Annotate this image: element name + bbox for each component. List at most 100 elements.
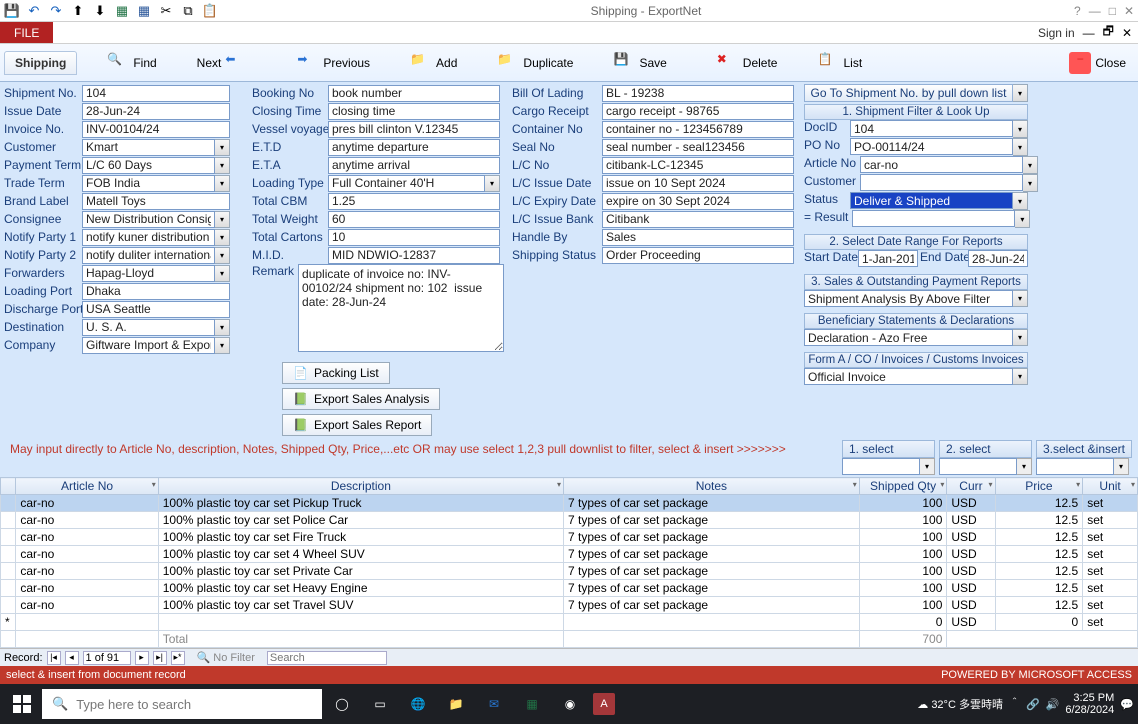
- beneficiary-dropdown[interactable]: ▾: [1013, 329, 1028, 346]
- lc-no-field[interactable]: [602, 157, 794, 174]
- tray-chevron-icon[interactable]: ＾: [1009, 696, 1020, 712]
- forma-dropdown[interactable]: ▾: [1013, 368, 1028, 385]
- table-row[interactable]: * 0 USD 0 set: [1, 614, 1138, 631]
- cell-article[interactable]: car-no: [16, 563, 158, 580]
- notify1-dropdown[interactable]: ▾: [215, 229, 230, 246]
- row-selector[interactable]: [1, 495, 16, 512]
- row-selector[interactable]: [1, 580, 16, 597]
- network-icon[interactable]: 🔗: [1026, 698, 1040, 711]
- seal-no-field[interactable]: [602, 139, 794, 156]
- articleno-dropdown[interactable]: ▾: [1023, 156, 1038, 174]
- closing-time-field[interactable]: [328, 103, 500, 120]
- save-icon[interactable]: 💾: [4, 3, 20, 19]
- consignee-field[interactable]: [82, 211, 215, 228]
- delete-button[interactable]: ✖Delete: [709, 49, 786, 77]
- side-customer-dropdown[interactable]: ▾: [1023, 174, 1038, 192]
- minimize-icon[interactable]: —: [1089, 4, 1101, 18]
- eta-field[interactable]: [328, 157, 500, 174]
- nav-first[interactable]: |◂: [47, 651, 61, 665]
- col-price[interactable]: Price▾: [995, 478, 1083, 495]
- col-article[interactable]: Article No▾: [16, 478, 158, 495]
- total-cbm-field[interactable]: [328, 193, 500, 210]
- nav-next[interactable]: ▸: [135, 651, 149, 665]
- forwarders-field[interactable]: [82, 265, 215, 282]
- pono-dropdown[interactable]: ▾: [1013, 138, 1028, 156]
- enddate-field[interactable]: [968, 250, 1028, 267]
- consignee-dropdown[interactable]: ▾: [215, 211, 230, 228]
- cell-notes[interactable]: 7 types of car set package: [564, 563, 860, 580]
- cell-notes[interactable]: 7 types of car set package: [564, 546, 860, 563]
- lc-issue-date-field[interactable]: [602, 175, 794, 192]
- shipping-status-field[interactable]: [602, 247, 794, 264]
- cell-notes[interactable]: 7 types of car set package: [564, 597, 860, 614]
- row-selector[interactable]: [1, 597, 16, 614]
- select2-field[interactable]: [939, 458, 1017, 475]
- total-cartons-field[interactable]: [328, 229, 500, 246]
- copy-icon[interactable]: ⧉: [180, 3, 196, 19]
- chevron-down-icon[interactable]: ▾: [557, 480, 561, 489]
- destination-field[interactable]: [82, 319, 215, 336]
- cell-curr[interactable]: USD: [947, 597, 995, 614]
- side-customer-field[interactable]: [860, 174, 1023, 191]
- cell-qty[interactable]: 100: [859, 512, 947, 529]
- cell-qty[interactable]: 100: [859, 546, 947, 563]
- paste-icon[interactable]: 📋: [202, 3, 218, 19]
- side-status-dropdown[interactable]: ▾: [1013, 192, 1028, 210]
- chevron-down-icon[interactable]: ▾: [853, 480, 857, 489]
- cell-qty[interactable]: 100: [859, 495, 947, 512]
- cell-article[interactable]: car-no: [16, 495, 158, 512]
- row-selector[interactable]: [1, 546, 16, 563]
- cell-unit[interactable]: set: [1083, 512, 1138, 529]
- company-field[interactable]: [82, 337, 215, 354]
- cell-description[interactable]: [158, 614, 563, 631]
- table-row[interactable]: car-no 100% plastic toy car set Pickup T…: [1, 495, 1138, 512]
- cell-description[interactable]: 100% plastic toy car set 4 Wheel SUV: [158, 546, 563, 563]
- close-button[interactable]: −Close: [1061, 49, 1134, 77]
- total-weight-field[interactable]: [328, 211, 500, 228]
- nav-prev[interactable]: ◂: [65, 651, 79, 665]
- cell-qty[interactable]: 100: [859, 580, 947, 597]
- chrome-icon[interactable]: ◉: [555, 689, 585, 719]
- shipment-no-field[interactable]: [82, 85, 230, 102]
- sort-desc-icon[interactable]: ⬇: [92, 3, 108, 19]
- bol-field[interactable]: [602, 85, 794, 102]
- select3-field[interactable]: [1036, 458, 1114, 475]
- app-close-icon[interactable]: ✕: [1124, 4, 1134, 18]
- select1-field[interactable]: [842, 458, 920, 475]
- task-view-icon[interactable]: ▭: [365, 689, 395, 719]
- undo-icon[interactable]: ↶: [26, 3, 42, 19]
- loading-type-dropdown[interactable]: ▾: [485, 175, 500, 192]
- cell-price[interactable]: 12.5: [995, 512, 1083, 529]
- doc-close-icon[interactable]: ✕: [1122, 26, 1132, 40]
- cell-price[interactable]: 12.5: [995, 563, 1083, 580]
- cell-curr[interactable]: USD: [947, 614, 995, 631]
- notify2-field[interactable]: [82, 247, 215, 264]
- lc-expiry-date-field[interactable]: [602, 193, 794, 210]
- cell-unit[interactable]: set: [1083, 563, 1138, 580]
- startdate-field[interactable]: [858, 250, 918, 267]
- word-icon[interactable]: ▦: [136, 3, 152, 19]
- notifications-icon[interactable]: 💬: [1120, 698, 1134, 711]
- excel-icon[interactable]: ▦: [114, 3, 130, 19]
- mid-field[interactable]: [328, 247, 500, 264]
- duplicate-button[interactable]: 📁Duplicate: [489, 49, 581, 77]
- cell-curr[interactable]: USD: [947, 495, 995, 512]
- invoice-no-field[interactable]: [82, 121, 230, 138]
- cortana-icon[interactable]: ◯: [327, 689, 357, 719]
- redo-icon[interactable]: ↷: [48, 3, 64, 19]
- col-qty[interactable]: Shipped Qty▾: [859, 478, 947, 495]
- table-row[interactable]: car-no 100% plastic toy car set Private …: [1, 563, 1138, 580]
- start-button[interactable]: [7, 689, 37, 719]
- col-curr[interactable]: Curr▾: [947, 478, 995, 495]
- filter-indicator[interactable]: 🔍 No Filter: [197, 651, 255, 664]
- col-unit[interactable]: Unit▾: [1083, 478, 1138, 495]
- cell-unit[interactable]: set: [1083, 614, 1138, 631]
- cell-curr[interactable]: USD: [947, 563, 995, 580]
- cell-qty[interactable]: 100: [859, 529, 947, 546]
- discharge-port-field[interactable]: [82, 301, 230, 318]
- cell-price[interactable]: 12.5: [995, 597, 1083, 614]
- payment-term-dropdown[interactable]: ▾: [215, 157, 230, 174]
- sales-report-dropdown[interactable]: ▾: [1013, 290, 1028, 307]
- customer-dropdown[interactable]: ▾: [215, 139, 230, 156]
- cell-article[interactable]: [16, 614, 158, 631]
